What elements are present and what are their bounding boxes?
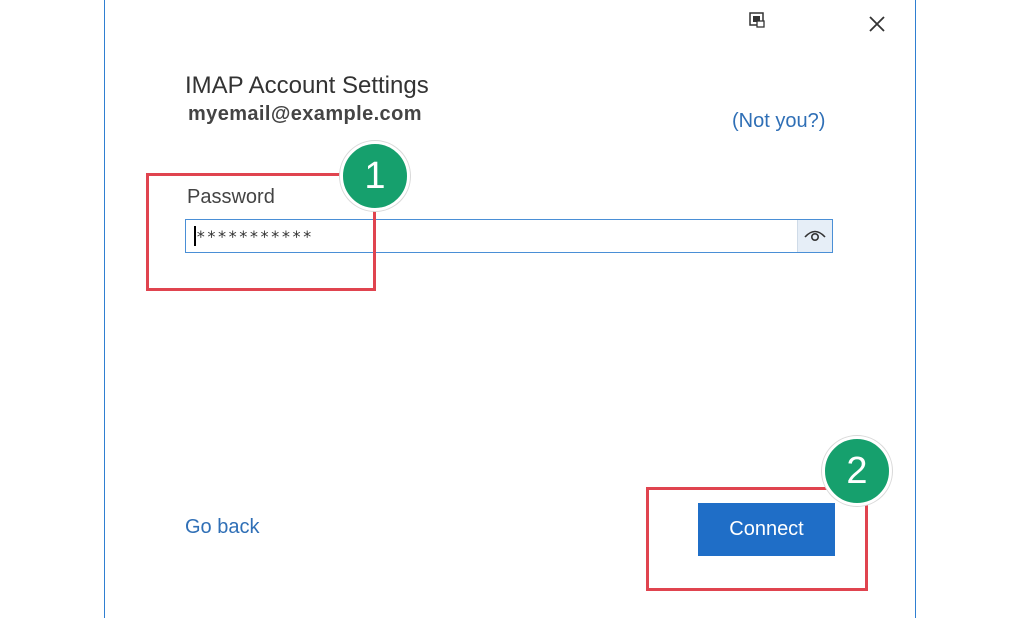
- step1-highlight-box: [146, 173, 376, 291]
- window-icon[interactable]: [748, 10, 768, 30]
- not-you-link[interactable]: (Not you?): [732, 110, 825, 133]
- account-email: myemail@example.com: [188, 103, 422, 125]
- go-back-link[interactable]: Go back: [185, 516, 259, 539]
- eye-icon[interactable]: [797, 220, 832, 252]
- step2-badge: 2: [822, 436, 892, 506]
- dialog-title: IMAP Account Settings: [185, 72, 429, 99]
- step2-highlight-box: [646, 487, 868, 591]
- close-icon[interactable]: [863, 10, 891, 38]
- step1-badge: 1: [340, 141, 410, 211]
